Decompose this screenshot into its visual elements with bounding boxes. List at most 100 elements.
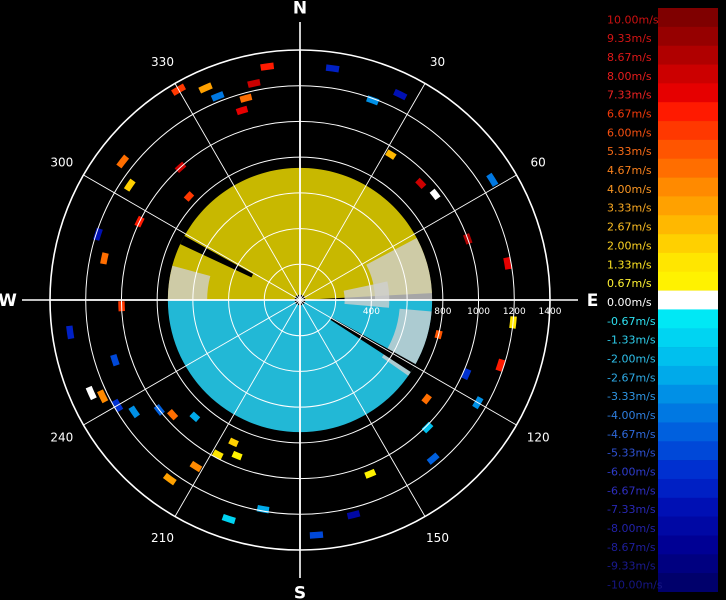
range-tick-label: 1400 — [539, 307, 562, 317]
range-tick-label: 1200 — [503, 307, 526, 317]
legend-swatch — [658, 8, 718, 28]
range-gate-13 — [486, 172, 499, 187]
legend-label: 1.33m/s — [607, 258, 652, 271]
legend-swatch — [658, 83, 718, 103]
range-gate-40 — [85, 385, 97, 401]
legend-label: -9.33m/s — [607, 560, 656, 573]
azimuth-label-120: 120 — [527, 431, 550, 445]
range-gate-21 — [421, 393, 432, 405]
legend-swatch — [658, 177, 718, 197]
range-gate-3 — [235, 105, 249, 116]
legend-swatch — [658, 516, 718, 536]
legend-label: -5.33m/s — [607, 447, 656, 460]
legend-swatch — [658, 347, 718, 367]
legend-label: 8.67m/s — [607, 51, 652, 64]
range-gate-22 — [421, 421, 434, 434]
range-gate-41 — [110, 354, 120, 367]
range-gate-33 — [162, 472, 177, 486]
range-gate-42 — [66, 325, 75, 340]
legend-swatch — [658, 460, 718, 480]
range-gate-28 — [221, 513, 236, 525]
legend-label: -10.00m/s — [607, 579, 663, 592]
legend-swatch — [658, 121, 718, 141]
legend-label: -6.67m/s — [607, 484, 656, 497]
legend-label: 8.00m/s — [607, 70, 652, 83]
legend-label: -1.33m/s — [607, 334, 656, 347]
legend-swatch — [658, 158, 718, 178]
legend-swatch — [658, 290, 718, 310]
azimuth-label-300: 300 — [50, 156, 73, 170]
azimuth-label-150: 150 — [426, 531, 449, 545]
range-rings-and-spokes: 400 800 1000 1200 1400 — [22, 22, 578, 578]
range-gate-26 — [309, 531, 324, 539]
range-tick-label: 1000 — [467, 307, 490, 317]
legend-label: -0.67m/s — [607, 315, 656, 328]
legend-label: 9.33m/s — [607, 32, 652, 45]
legend-label: 10.00m/s — [607, 13, 659, 26]
cardinal-label-e: E — [587, 291, 599, 311]
range-gate-9 — [393, 88, 408, 101]
radar-ppi-plot: 400 800 1000 1200 1400 N E S W 30 60 120 150 210 240 3… — [0, 0, 599, 600]
legend-label: -4.67m/s — [607, 428, 656, 441]
legend-swatch — [658, 384, 718, 404]
range-gate-25 — [346, 510, 361, 520]
cardinal-label-w: W — [0, 291, 17, 311]
legend-label: 0.00m/s — [607, 296, 652, 309]
azimuth-label-330: 330 — [151, 55, 174, 69]
legend-label: -2.00m/s — [607, 352, 656, 365]
range-gate-29 — [231, 450, 243, 461]
legend-swatch — [658, 215, 718, 235]
legend-swatch — [658, 252, 718, 273]
legend-swatch — [658, 441, 718, 461]
legend-label: 6.67m/s — [607, 108, 652, 121]
legend-swatch — [658, 478, 718, 499]
range-gate-30 — [228, 437, 239, 448]
legend-swatch — [658, 535, 718, 555]
legend-label: -8.67m/s — [607, 541, 656, 554]
velocity-color-scale-legend: 10.00m/s 9.33m/s 8.67m/s 8.00m/s 7.33m/s 6.67… — [607, 8, 718, 592]
legend-label: 7.33m/s — [607, 89, 652, 102]
legend-label: 3.33m/s — [607, 202, 652, 215]
legend-swatch — [658, 497, 718, 517]
range-gate-5 — [198, 82, 213, 94]
cardinal-label-n: N — [293, 0, 307, 19]
legend-label: 2.00m/s — [607, 239, 652, 252]
legend-swatch — [658, 234, 718, 254]
range-tick-label: 800 — [434, 307, 451, 317]
legend-label: 4.67m/s — [607, 164, 652, 177]
legend-label: -4.00m/s — [607, 409, 656, 422]
range-gate-48 — [116, 154, 130, 169]
legend-swatch — [658, 573, 718, 592]
range-gate-12 — [429, 188, 441, 201]
range-gate-24 — [364, 468, 377, 479]
legend-label: -6.00m/s — [607, 465, 656, 478]
legend-label: -8.00m/s — [607, 522, 656, 535]
range-gate-7 — [325, 64, 340, 73]
range-gate-32 — [189, 460, 203, 473]
range-gate-11 — [415, 177, 427, 189]
legend-label: 0.67m/s — [607, 277, 652, 290]
legend-swatch — [658, 365, 718, 386]
range-gate-34 — [189, 411, 201, 423]
legend-swatch — [658, 403, 718, 423]
legend-swatch — [658, 102, 718, 122]
legend-label: 6.00m/s — [607, 126, 652, 139]
legend-swatch — [658, 328, 718, 348]
range-gate-44 — [100, 252, 109, 265]
range-gate-10 — [385, 149, 397, 160]
legend-label: 5.33m/s — [607, 145, 652, 158]
azimuth-label-240: 240 — [50, 431, 73, 445]
legend-swatch — [658, 554, 718, 574]
legend-swatch — [658, 139, 718, 160]
range-gate-49 — [183, 191, 195, 202]
legend-label: 2.67m/s — [607, 221, 652, 234]
legend-label: -3.33m/s — [607, 390, 656, 403]
range-gate-0 — [260, 62, 275, 71]
range-gate-2 — [239, 93, 253, 103]
legend-label: 4.00m/s — [607, 183, 652, 196]
range-gate-47 — [123, 178, 136, 192]
legend-label: -2.67m/s — [607, 371, 656, 384]
azimuth-label-60: 60 — [531, 156, 546, 170]
legend-swatch — [658, 45, 718, 65]
legend-swatch — [658, 271, 718, 291]
